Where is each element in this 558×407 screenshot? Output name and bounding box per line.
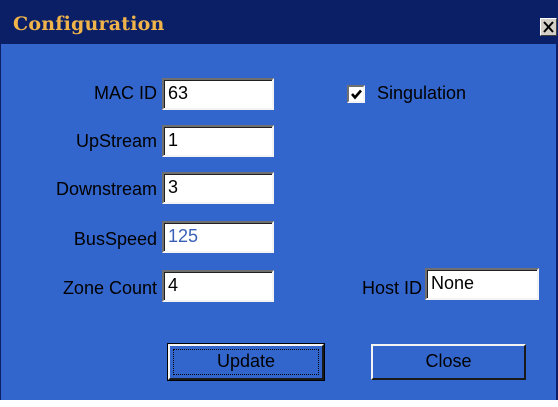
singulation-label[interactable]: Singulation: [377, 83, 466, 104]
host-id-label: Host ID: [361, 278, 422, 298]
zone-count-field[interactable]: 4: [162, 270, 274, 302]
close-button-label: Close: [425, 351, 472, 371]
update-button-label: Update: [216, 351, 276, 371]
downstream-label: Downstream: [55, 179, 157, 199]
mac-id-field[interactable]: 63: [162, 78, 274, 110]
configuration-dialog: Configuration MAC ID 63 Singulation UpSt…: [0, 0, 558, 400]
zone-count-label: Zone Count: [62, 278, 157, 298]
upstream-label: UpStream: [75, 131, 157, 151]
title-bar: Configuration: [1, 0, 557, 44]
mac-id-label: MAC ID: [94, 83, 157, 103]
busspeed-field[interactable]: 125: [162, 221, 274, 253]
close-window-button[interactable]: [540, 18, 557, 36]
window-title: Configuration: [13, 13, 165, 35]
downstream-field[interactable]: 3: [162, 172, 274, 204]
upstream-field[interactable]: 1: [162, 125, 274, 157]
update-button[interactable]: Update: [167, 343, 325, 381]
host-id-field[interactable]: None: [425, 268, 539, 300]
busspeed-label: BusSpeed: [73, 229, 157, 249]
close-button[interactable]: Close: [371, 344, 526, 380]
singulation-checkbox[interactable]: [347, 85, 365, 103]
checkmark-icon: [351, 89, 362, 100]
close-icon: [543, 21, 554, 33]
